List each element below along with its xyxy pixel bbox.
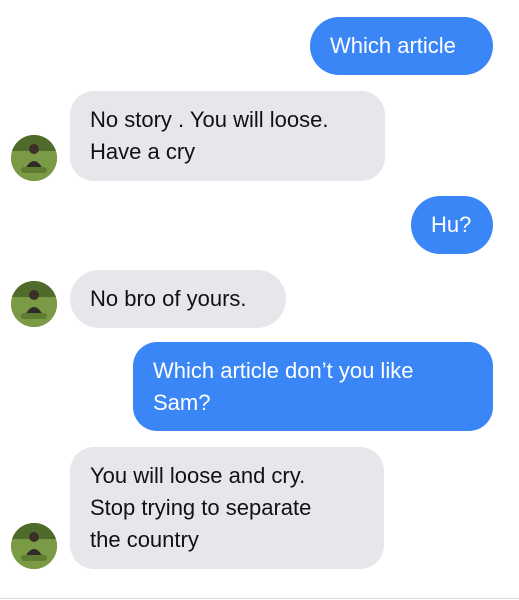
message-thread: Which article No story . You will loose.… [0,0,519,600]
sent-message-bubble[interactable]: Which article [310,17,493,75]
contact-avatar[interactable] [11,281,57,327]
sent-message-bubble[interactable]: Which article don’t you like Sam? [133,342,493,431]
received-message-bubble[interactable]: You will loose and cry. Stop trying to s… [70,447,384,569]
sent-message-bubble[interactable]: Hu? [411,196,493,254]
received-message-bubble[interactable]: No story . You will loose. Have a cry [70,91,385,181]
avatar-photo-icon [11,281,57,327]
bottom-divider [0,598,519,599]
contact-avatar[interactable] [11,135,57,181]
avatar-photo-icon [11,135,57,181]
received-message-bubble[interactable]: No bro of yours. [70,270,286,328]
contact-avatar[interactable] [11,523,57,569]
avatar-photo-icon [11,523,57,569]
